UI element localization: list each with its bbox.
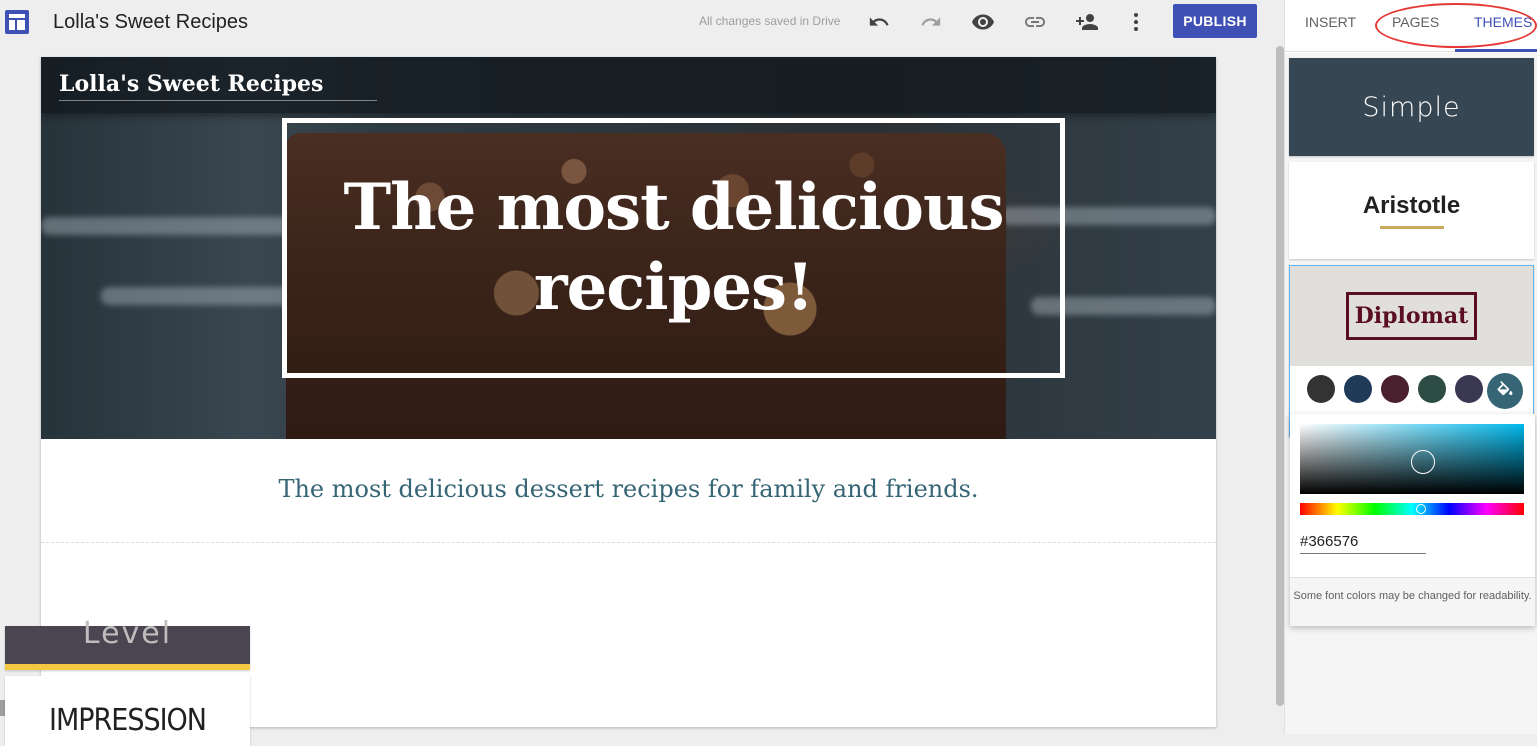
theme-aristotle[interactable]: Aristotle [1289,162,1534,259]
page-subtitle[interactable]: The most delicious dessert recipes for f… [41,475,1216,503]
save-status: All changes saved in Drive [699,14,841,28]
share-icon[interactable] [1074,9,1100,35]
color-swatch[interactable] [1381,375,1409,403]
more-icon[interactable] [1123,9,1149,35]
hero-title-box[interactable]: The most delicious recipes! [282,118,1065,378]
sites-app-icon[interactable] [5,10,29,34]
tab-pages[interactable]: PAGES [1392,14,1439,30]
theme-aristotle-label: Aristotle [1362,192,1461,219]
color-swatch[interactable] [1344,375,1372,403]
saturation-value-handle[interactable] [1411,450,1435,474]
theme-level-accent [5,664,250,670]
theme-diplomat-label: Diplomat [1345,292,1478,340]
theme-diplomat-preview[interactable]: Diplomat [1290,266,1533,366]
undo-icon[interactable] [866,9,892,35]
tab-themes[interactable]: THEMES [1474,14,1532,30]
custom-color-button[interactable] [1487,373,1523,409]
canvas-scrollbar[interactable] [1276,46,1284,706]
theme-level[interactable]: Level [5,616,250,670]
color-swatch[interactable] [1307,375,1335,403]
top-bar: Lolla's Sweet Recipes All changes saved … [0,0,1284,44]
theme-simple[interactable]: Simple [1289,58,1534,156]
color-swatch[interactable] [1418,375,1446,403]
publish-button[interactable]: PUBLISH [1173,4,1257,38]
hero-title[interactable]: The most delicious recipes! [343,168,1004,328]
panel-tabs: INSERT PAGES THEMES [1285,0,1537,52]
hero-title-line: The most delicious [343,170,1004,245]
header-underline [59,100,377,101]
tab-insert[interactable]: INSERT [1305,14,1356,30]
link-icon[interactable] [1022,9,1048,35]
header-site-title[interactable]: Lolla's Sweet Recipes [59,71,323,97]
theme-impression[interactable]: IMPRESSION [5,676,250,746]
color-swatch[interactable] [1455,375,1483,403]
readability-note: Some font colors may be changed for read… [1290,577,1535,626]
background-stripe [41,217,301,235]
theme-diplomat[interactable]: Diplomat [1289,265,1534,437]
hero-image[interactable]: Lolla's Sweet Recipes The most delicious… [41,57,1216,439]
preview-icon[interactable] [970,9,996,35]
site-name[interactable]: Lolla's Sweet Recipes [53,11,248,34]
hue-slider[interactable] [1300,503,1524,515]
redo-icon[interactable] [918,9,944,35]
active-tab-indicator [1455,49,1537,52]
hue-slider-handle[interactable] [1416,504,1426,514]
hero-title-line: recipes! [533,250,814,325]
theme-level-label: Level [82,616,173,651]
background-stripe [101,287,301,305]
paint-bucket-icon [1497,381,1513,396]
hex-color-input[interactable] [1300,530,1426,554]
color-picker: Some font colors may be changed for read… [1290,414,1535,626]
section-divider [41,542,1216,543]
site-header-bar: Lolla's Sweet Recipes [41,57,1216,113]
theme-impression-label: IMPRESSION [49,703,207,738]
theme-aristotle-underline [1379,226,1444,229]
